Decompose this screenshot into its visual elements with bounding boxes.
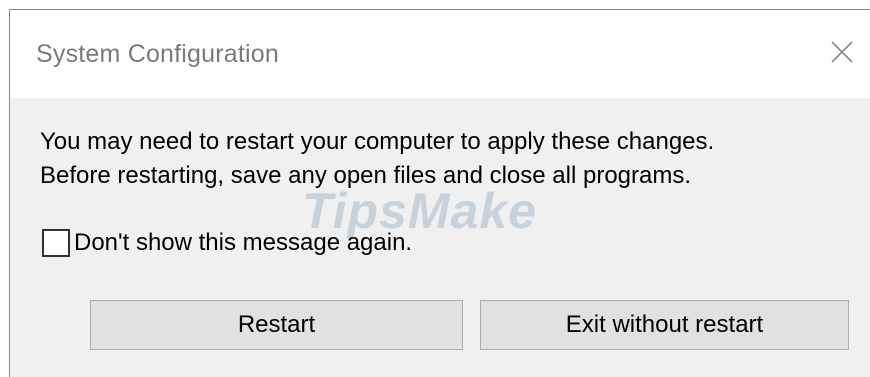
close-icon: [831, 41, 853, 63]
restart-button[interactable]: Restart: [90, 300, 463, 350]
window-title: System Configuration: [36, 40, 280, 68]
exit-without-restart-button[interactable]: Exit without restart: [480, 300, 849, 350]
dont-show-again-checkbox[interactable]: [42, 229, 70, 257]
close-button[interactable]: [814, 28, 870, 76]
dont-show-again-label: Don't show this message again.: [74, 229, 413, 256]
system-configuration-dialog: System Configuration You may need to res…: [9, 9, 870, 377]
title-bar: System Configuration: [10, 10, 870, 98]
message-line-1: You may need to restart your computer to…: [40, 128, 715, 155]
dont-show-again-option[interactable]: Don't show this message again.: [42, 229, 412, 257]
